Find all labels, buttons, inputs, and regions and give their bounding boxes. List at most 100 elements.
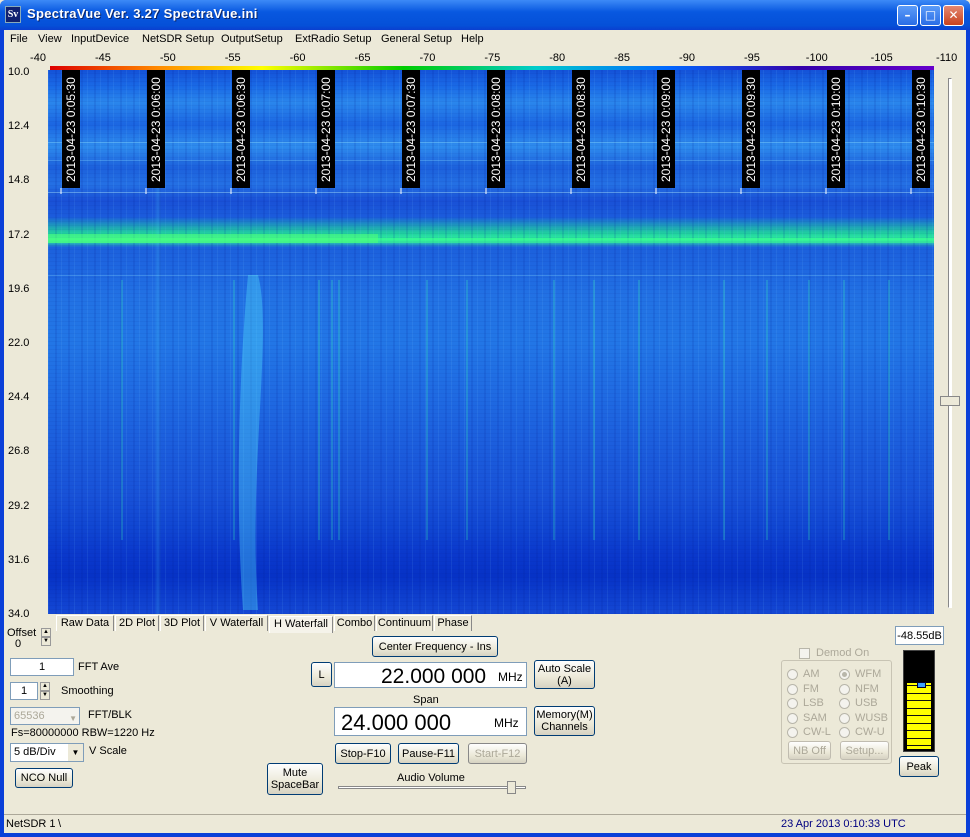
span-unit: MHz (494, 716, 519, 730)
tab-combo[interactable]: Combo (334, 615, 375, 631)
status-device: NetSDR 1 (6, 818, 56, 830)
setup-button[interactable]: Setup... (840, 741, 889, 760)
fft-blk-label: FFT/BLK (88, 709, 133, 721)
fft-ave-input[interactable]: 1 (10, 658, 74, 676)
menu-file[interactable]: File (10, 33, 28, 45)
menu-general-setup[interactable]: General Setup (381, 33, 452, 45)
scale-tick: -110 (935, 52, 958, 64)
menu-netsdr-setup[interactable]: NetSDR Setup (142, 33, 214, 45)
window-title: SpectraVue Ver. 3.27 SpectraVue.ini (27, 6, 258, 21)
tab-continuum[interactable]: Continuum (376, 615, 433, 631)
scale-tick: -65 (354, 52, 371, 64)
channels-label: Channels (541, 721, 588, 733)
audio-volume-track (338, 786, 526, 789)
fft-blk-value: 65536 (14, 710, 45, 722)
mute-button[interactable]: Mute SpaceBar (267, 763, 323, 795)
tab-2d-plot[interactable]: 2D Plot (115, 615, 159, 631)
radio-cw-l[interactable] (787, 727, 798, 738)
app-icon[interactable]: Sv (5, 6, 21, 23)
menu-inputdevice[interactable]: InputDevice (71, 33, 129, 45)
tab-raw-data[interactable]: Raw Data (56, 615, 114, 631)
tab-h-waterfall[interactable]: H Waterfall (269, 616, 333, 633)
smoothing-spinner[interactable]: ▲ ▼ (40, 682, 50, 700)
scale-tick: -60 (289, 52, 306, 64)
db-scale: -40 -45 -50 -55 -60 -65 -70 -75 -80 -85 -90 -95 -100… (4, 51, 966, 67)
radio-nfm[interactable] (839, 683, 850, 695)
minimize-button[interactable]: – (897, 5, 918, 26)
audio-volume-thumb[interactable] (507, 781, 516, 794)
menu-help[interactable]: Help (461, 33, 484, 45)
waterfall-display[interactable]: 2013-04-23 0:05:30 2013-04-23 0:06:00 2013… (48, 70, 934, 614)
center-frequency-display[interactable]: 22.000 000 MHz (334, 662, 527, 688)
timestamp-label: 2013-04-23 0:07:00 (319, 77, 333, 182)
signal-streak (318, 280, 320, 540)
frequency-label: 10.0 (8, 66, 30, 78)
radio-wusb[interactable] (839, 712, 850, 724)
center-frequency-button[interactable]: Center Frequency - Ins (372, 636, 498, 657)
frequency-axis: 10.0 12.4 14.8 17.2 19.6 22.0 24.4 26.8 29.2 31.6… (4, 66, 48, 620)
chevron-down-icon: ▼ (69, 714, 77, 723)
scale-tick: -75 (484, 52, 501, 64)
smoothing-input[interactable]: 1 (10, 682, 38, 700)
vertical-slider-thumb[interactable] (940, 396, 960, 406)
vscale-value: 5 dB/Div (14, 746, 56, 758)
tab-v-waterfall[interactable]: V Waterfall (205, 615, 268, 631)
fft-blk-select[interactable]: 65536 ▼ (10, 707, 80, 725)
vertical-slider[interactable] (936, 70, 964, 616)
span-display[interactable]: 24.000 000 MHz (334, 707, 527, 736)
nb-off-button[interactable]: NB Off (788, 741, 831, 760)
signal-streak (121, 280, 123, 540)
pause-button[interactable]: Pause-F11 (398, 743, 459, 764)
radio-fm[interactable] (787, 683, 798, 695)
level-meter (903, 650, 935, 752)
radio-wfm[interactable] (839, 669, 850, 680)
radio-sam[interactable] (787, 712, 798, 724)
radio-usb[interactable] (839, 698, 850, 709)
timestamp-label: 2013-04-23 0:05:30 (64, 77, 78, 182)
radio-lsb[interactable] (787, 698, 798, 709)
offset-spinner[interactable]: ▲ ▼ (41, 628, 51, 646)
stop-button[interactable]: Stop-F10 (335, 743, 391, 764)
menu-view[interactable]: View (38, 33, 62, 45)
l-button[interactable]: L (311, 662, 332, 687)
signal-streak (426, 280, 428, 540)
demod-on-label: Demod On (816, 647, 870, 659)
offset-value[interactable]: 0 (12, 637, 39, 652)
signal-streak (233, 280, 235, 540)
demod-on-checkbox[interactable] (799, 648, 810, 659)
radio-am[interactable] (787, 669, 798, 680)
signal-streak (338, 280, 340, 540)
memory-channels-button[interactable]: Memory(M) Channels (534, 706, 595, 736)
mute-label: Mute (282, 767, 308, 779)
vscale-select[interactable]: 5 dB/Div ▼ (10, 743, 84, 762)
menu-outputsetup[interactable]: OutputSetup (221, 33, 283, 45)
scale-tick: -105 (870, 52, 893, 64)
center-frequency-value: 22.000 000 (381, 665, 487, 688)
close-button[interactable]: ✕ (943, 5, 964, 26)
scale-tick: -70 (419, 52, 436, 64)
frequency-label: 26.8 (8, 445, 30, 458)
radio-label-wusb: WUSB (855, 711, 888, 724)
maximize-button[interactable]: □ (920, 5, 941, 26)
signal-band (48, 192, 934, 193)
menu-extradio-setup[interactable]: ExtRadio Setup (295, 33, 371, 45)
timestamp-label: 2013-04-23 0:10:00 (829, 77, 843, 182)
timestamp-label: 2013-04-23 0:10:30 (914, 77, 928, 182)
meter-tick (907, 692, 931, 694)
radio-cw-u[interactable] (839, 727, 850, 738)
status-datetime: 23 Apr 2013 0:10:33 UTC (781, 818, 906, 830)
scale-tick: -80 (549, 52, 566, 64)
nco-null-button[interactable]: NCO Null (15, 768, 73, 788)
peak-button[interactable]: Peak (899, 756, 939, 777)
tab-3d-plot[interactable]: 3D Plot (160, 615, 204, 631)
auto-scale-button[interactable]: Auto Scale (A) (534, 660, 595, 689)
client-area: File View InputDevice NetSDR Setup Outpu… (4, 30, 966, 833)
radio-label-nfm: NFM (855, 682, 879, 695)
waterfall-overlay: 2013-04-23 0:05:30 2013-04-23 0:06:00 2013… (48, 70, 934, 610)
meter-tick (907, 715, 931, 716)
tab-phase[interactable]: Phase (434, 615, 472, 631)
smoothing-label: Smoothing (61, 685, 114, 697)
start-button[interactable]: Start-F12 (468, 743, 527, 764)
title-bar[interactable]: Sv SpectraVue Ver. 3.27 SpectraVue.ini –… (0, 0, 970, 30)
signal-streak (766, 280, 768, 540)
